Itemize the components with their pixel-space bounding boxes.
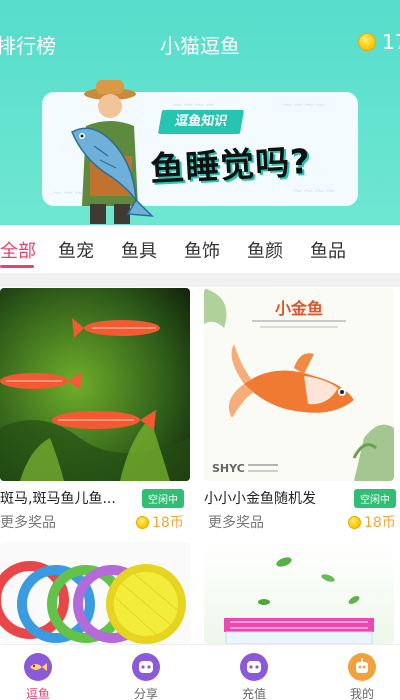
product-price: 18币 — [348, 512, 396, 532]
fish-icon — [24, 653, 52, 681]
status-badge: 空闲中 — [354, 489, 396, 508]
product-card[interactable]: 斑马,斑马鱼儿鱼... 空闲中 更多奖品 18币 — [0, 288, 196, 538]
page-title: 小猫逗鱼 — [160, 34, 240, 58]
tab-all[interactable]: 全部 — [0, 237, 36, 263]
category-tabs: 全部 鱼宠 鱼具 鱼饰 鱼颜 鱼品 — [0, 225, 400, 273]
product-image-goldfish: 小金鱼 SHYC — [204, 288, 394, 481]
product-name: 斑马,斑马鱼儿鱼... — [0, 491, 116, 507]
nav-item-recharge[interactable]: 充值 — [224, 653, 284, 700]
tab-fish-goods[interactable]: 鱼品 — [310, 237, 346, 263]
section-divider — [0, 273, 400, 287]
product-sub-label: 更多奖品 — [208, 515, 264, 531]
tab-fish-pets[interactable]: 鱼宠 — [58, 237, 94, 263]
svg-text:SHYC: SHYC — [212, 462, 245, 475]
share-icon — [132, 653, 160, 681]
bottom-nav: 逗鱼 分享 充值 我的 — [0, 644, 400, 700]
nav-label: 充值 — [241, 687, 266, 700]
active-tab-indicator — [0, 265, 34, 268]
nav-label: 逗鱼 — [25, 687, 50, 700]
nav-item-fish[interactable]: 逗鱼 — [8, 653, 68, 700]
svg-text:小金鱼: 小金鱼 — [275, 299, 323, 318]
banner-headline: 鱼睡觉吗? — [149, 141, 312, 191]
product-image-fishing-nets — [0, 542, 190, 644]
product-sub-label: 更多奖品 — [0, 515, 56, 531]
coin-icon — [136, 515, 149, 529]
tab-fish-looks[interactable]: 鱼颜 — [247, 237, 283, 263]
coin-icon — [358, 33, 376, 51]
tab-fish-tools[interactable]: 鱼具 — [121, 237, 157, 263]
fisherman-mascot-illustration — [71, 80, 154, 224]
nav-label: 分享 — [133, 687, 158, 700]
product-name: 小小小金鱼随机发 — [204, 491, 316, 507]
nav-item-profile[interactable]: 我的 — [332, 653, 392, 700]
product-card[interactable] — [204, 542, 400, 644]
product-image-fish-tank — [204, 542, 394, 644]
status-badge: 空闲中 — [142, 489, 184, 508]
recharge-icon — [240, 653, 268, 681]
tab-fish-decor[interactable]: 鱼饰 — [184, 237, 220, 263]
coin-balance[interactable]: 17 — [358, 30, 400, 54]
nav-label: 我的 — [349, 687, 374, 700]
product-card[interactable]: 小金鱼 SHYC 小小小金鱼随机发 空闲中 更多奖品 18币 — [204, 288, 400, 538]
product-price: 18币 — [136, 512, 184, 532]
nav-item-share[interactable]: 分享 — [116, 653, 176, 700]
product-card[interactable] — [0, 542, 196, 644]
coin-count: 17 — [382, 30, 400, 54]
banner-tag: 逗鱼知识 — [157, 110, 245, 134]
coin-icon — [348, 515, 361, 529]
product-image-zebrafish — [0, 288, 190, 481]
robot-profile-icon — [348, 653, 376, 681]
